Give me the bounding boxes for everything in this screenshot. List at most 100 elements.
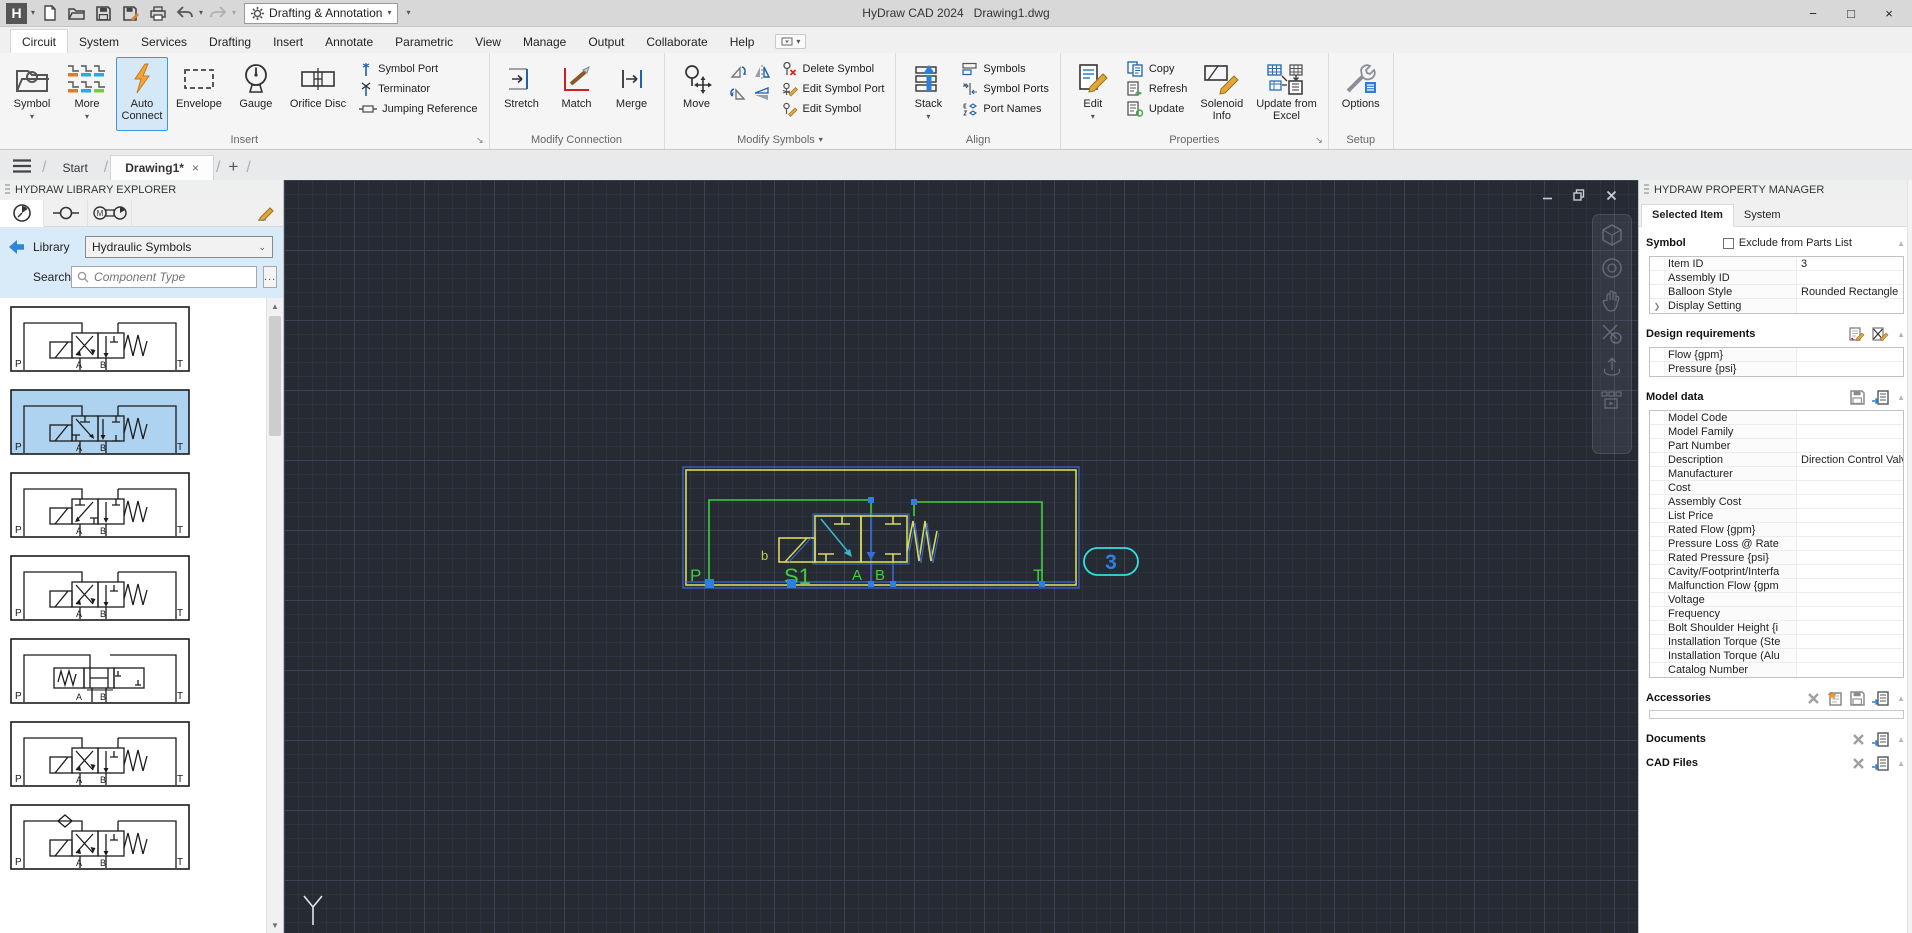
symbol-ports-button[interactable]: Symbol Ports xyxy=(957,79,1053,99)
qat-customize-icon[interactable]: ▾ xyxy=(406,9,410,17)
orbit-icon[interactable] xyxy=(1600,355,1624,379)
collapse-icon[interactable]: ▲ xyxy=(1897,694,1905,703)
menu-tab-parametric[interactable]: Parametric xyxy=(384,30,464,53)
property-value[interactable] xyxy=(1797,579,1903,592)
match-button[interactable]: Match xyxy=(551,57,603,131)
export-icon[interactable] xyxy=(1872,691,1889,706)
canvas-minimize-button[interactable] xyxy=(1534,185,1560,205)
checkbox-icon[interactable] xyxy=(1723,238,1734,249)
property-value[interactable] xyxy=(1797,537,1903,550)
export-icon[interactable] xyxy=(1872,732,1889,747)
envelope-button[interactable]: Envelope xyxy=(171,57,227,131)
viewcube-icon[interactable] xyxy=(1600,223,1624,247)
jumping-reference-button[interactable]: Jumping Reference xyxy=(354,99,482,119)
property-value[interactable] xyxy=(1797,523,1903,536)
property-value[interactable] xyxy=(1797,607,1903,620)
library-symbol-4[interactable]: P A B T xyxy=(10,555,190,621)
auto-connect-button[interactable]: AutoConnect xyxy=(116,57,168,131)
scroll-up-icon[interactable]: ▲ xyxy=(271,298,279,314)
property-scrollbar[interactable] xyxy=(1907,180,1912,933)
menu-tab-annotate[interactable]: Annotate xyxy=(314,30,384,53)
property-value[interactable] xyxy=(1797,509,1903,522)
workspace-switcher[interactable]: Drafting & Annotation ▾ xyxy=(244,3,398,24)
chevron-down-icon[interactable]: ▾ xyxy=(819,136,823,144)
delete-symbol-button[interactable]: Delete Symbol xyxy=(777,59,890,79)
export-icon[interactable] xyxy=(1872,390,1889,405)
more-button[interactable]: More▾ xyxy=(61,57,113,131)
rotl-button[interactable] xyxy=(729,64,747,80)
back-arrow-icon[interactable] xyxy=(8,240,25,254)
canvas-restore-button[interactable] xyxy=(1566,185,1592,205)
file-tab-start[interactable]: Start xyxy=(48,156,101,180)
property-value[interactable] xyxy=(1797,439,1903,452)
library-symbol-1[interactable]: P A B T xyxy=(10,306,190,372)
orifice-disc-button[interactable]: Orifice Disc xyxy=(285,57,351,131)
canvas-close-button[interactable] xyxy=(1598,185,1624,205)
open-file-button[interactable] xyxy=(64,2,89,25)
menu-tab-circuit[interactable]: Circuit xyxy=(10,29,68,53)
library-symbol-3[interactable]: P A B T xyxy=(10,472,190,538)
property-value[interactable] xyxy=(1797,348,1903,361)
search-input[interactable] xyxy=(94,270,251,284)
collapse-icon[interactable]: ▲ xyxy=(1897,330,1905,339)
property-value[interactable] xyxy=(1797,299,1903,313)
solenoid-info-button[interactable]: SolenoidInfo xyxy=(1195,57,1248,131)
save-as-button[interactable] xyxy=(118,2,143,25)
redo-button[interactable] xyxy=(205,2,230,25)
property-value[interactable] xyxy=(1797,495,1903,508)
collapse-icon[interactable]: ▲ xyxy=(1897,239,1905,248)
library-symbol-7[interactable]: P A B T xyxy=(10,804,190,870)
library-tab-lib-gauge[interactable] xyxy=(0,200,44,227)
property-value[interactable] xyxy=(1797,593,1903,606)
panel-grip[interactable] xyxy=(5,184,10,196)
note-edit-icon[interactable] xyxy=(1849,327,1865,342)
property-value[interactable] xyxy=(1797,621,1903,634)
dialog-launcher-icon[interactable]: ↘ xyxy=(476,135,484,146)
save-button[interactable] xyxy=(91,2,116,25)
app-logo-icon[interactable]: H xyxy=(6,3,27,24)
undo-button[interactable] xyxy=(172,2,197,25)
library-tab-lib-accessory[interactable]: M xyxy=(88,200,132,226)
refresh-button[interactable]: Refresh xyxy=(1122,79,1193,99)
stretch-button[interactable]: Stretch xyxy=(496,57,548,131)
port-names-button[interactable]: Port Names xyxy=(957,99,1053,119)
property-value[interactable] xyxy=(1797,481,1903,494)
export-icon[interactable] xyxy=(1872,756,1889,771)
property-value[interactable] xyxy=(1797,362,1903,376)
scroll-thumb[interactable] xyxy=(269,316,281,436)
menu-tab-output[interactable]: Output xyxy=(577,30,635,53)
save-icon[interactable] xyxy=(1850,691,1865,706)
move-button[interactable]: Move xyxy=(671,57,723,131)
symbol-port-button[interactable]: Symbol Port xyxy=(354,59,482,79)
print-button[interactable] xyxy=(145,2,170,25)
property-value[interactable] xyxy=(1797,663,1903,677)
x-icon[interactable] xyxy=(1852,733,1865,746)
save-icon[interactable] xyxy=(1850,390,1865,405)
panel-grip[interactable] xyxy=(1644,184,1649,196)
mirh-button[interactable] xyxy=(753,86,771,102)
mirv-button[interactable] xyxy=(753,64,771,80)
collapse-icon[interactable]: ▲ xyxy=(1897,759,1905,768)
menu-tab-view[interactable]: View xyxy=(464,30,512,53)
property-value[interactable] xyxy=(1797,635,1903,648)
rotr-button[interactable] xyxy=(729,86,747,102)
x-icon[interactable] xyxy=(1807,692,1820,705)
new-icon[interactable] xyxy=(1827,691,1843,706)
symbol-button[interactable]: Symbol▾ xyxy=(6,57,58,131)
property-value[interactable]: 3 xyxy=(1797,257,1903,270)
edit-symbol-port-button[interactable]: Edit Symbol Port xyxy=(777,79,890,99)
scroll-down-icon[interactable]: ▼ xyxy=(271,917,279,933)
terminator-button[interactable]: Terminator xyxy=(354,79,482,99)
edit-button[interactable]: Edit▾ xyxy=(1067,57,1119,131)
collapse-icon[interactable]: ▲ xyxy=(1897,393,1905,402)
gauge-button[interactable]: Gauge xyxy=(230,57,282,131)
property-value[interactable]: Direction Control Valv xyxy=(1797,453,1903,466)
property-tab-system[interactable]: System xyxy=(1734,205,1791,226)
zoom-extents-icon[interactable] xyxy=(1600,322,1624,346)
new-file-button[interactable] xyxy=(37,2,62,25)
window-maximize-button[interactable]: □ xyxy=(1832,1,1870,26)
menu-tab-drafting[interactable]: Drafting xyxy=(198,30,262,53)
copy-button[interactable]: Copy xyxy=(1122,59,1193,79)
property-value[interactable]: Rounded Rectangle xyxy=(1797,285,1903,298)
ribbon-display-toggle[interactable]: ▾ xyxy=(775,34,806,49)
